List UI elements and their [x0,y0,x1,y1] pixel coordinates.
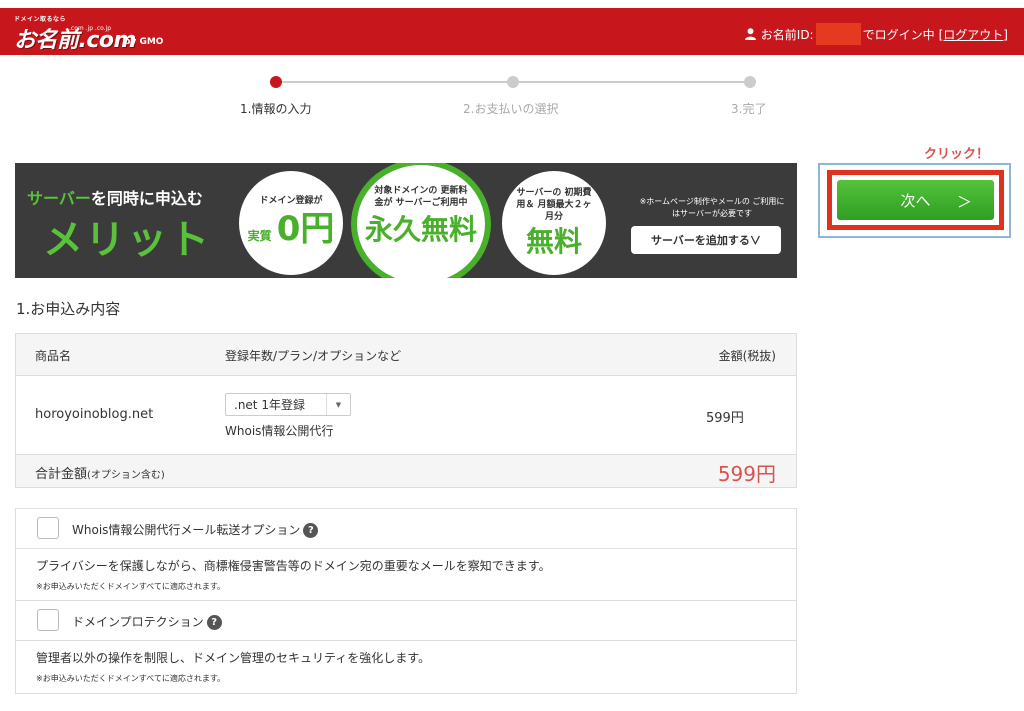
user-status: お名前ID: でログイン中 [ログアウト] [744,23,1008,45]
col-product-name: 商品名 [35,349,72,363]
order-table: 商品名 登録年数/プラン/オプションなど 金額(税抜) horoyoinoblo… [15,333,797,488]
promo-circle-renewal: 対象ドメインの 更新料金が サーバーご利用中 永久無料 [351,163,491,278]
logo-by-gmo: by GMO [124,37,164,47]
option-note: ※お申込みいただくドメインすべてに適応されます。 [36,582,226,591]
total-label: 合計金額(オプション含む) [35,467,165,482]
section-title: 1.お申込み内容 [16,300,121,318]
domain-name: horoyoinoblog.net [35,407,154,422]
banner-note: ※ホームページ制作やメールの ご利用にはサーバーが必要です [639,197,785,218]
option-title: Whois情報公開代行メール転送オプション? [72,521,319,538]
whois-mail-checkbox[interactable] [37,517,59,539]
redacted-user-id [815,23,861,45]
logout-link[interactable]: [ログアウト] [939,26,1008,43]
chevron-down-icon: ▼ [326,394,350,415]
option-title: ドメインプロテクション? [72,613,222,630]
order-table-header: 商品名 登録年数/プラン/オプションなど 金額(税抜) [16,334,796,376]
chevron-right-icon: ＞ [956,194,972,211]
table-row: horoyoinoblog.net .net 1年登録 ▼ Whois情報公開代… [16,376,796,455]
server-promo-banner[interactable]: サーバーを同時に申込む メリット ドメイン登録が 実質 0円 対象ドメインの 更… [15,163,797,278]
option-description: プライバシーを保護しながら、商標権侵害警告等のドメイン宛の重要なメールを察知でき… [36,559,551,573]
row-price: 599円 [706,411,744,426]
plan-select-value: .net 1年登録 [234,398,305,412]
site-header: ドメイン取るなら お名前.com .com .jp .co.jp by GMO … [0,8,1024,55]
banner-headline: サーバーを同時に申込む [27,189,203,208]
plan-select[interactable]: .net 1年登録 ▼ [225,393,351,416]
option-domain-protection-header: ドメインプロテクション? [16,601,796,641]
step-label-complete: 3.完了 [731,102,767,116]
step-dot-3 [744,76,756,88]
logo-tlds: .com .jp .co.jp [69,25,112,32]
step-label-payment: 2.お支払いの選択 [463,102,559,116]
col-plan: 登録年数/プラン/オプションなど [225,349,402,363]
user-id-label: お名前ID: [760,27,814,42]
step-dot-2 [507,76,519,88]
help-icon[interactable]: ? [303,523,319,538]
next-button[interactable]: 次へ ＞ [837,180,994,220]
col-price: 金額(税抜) [718,349,776,363]
next-button-label: 次へ [900,192,931,210]
help-icon[interactable]: ? [206,615,222,630]
total-price: 599円 [717,462,776,486]
options-box: Whois情報公開代行メール転送オプション? プライバシーを保護しながら、商標権… [15,508,797,694]
promo-circle-domain: ドメイン登録が 実質 0円 [239,171,343,275]
step-label-input: 1.情報の入力 [240,102,312,116]
add-server-button[interactable]: サーバーを追加する∨ [631,226,781,254]
option-whois-mail-header: Whois情報公開代行メール転送オプション? [16,509,796,549]
user-icon [744,28,756,40]
login-status: でログイン中 [862,27,935,42]
step-dot-1 [270,76,282,88]
option-note: ※お申込みいただくドメインすべてに適応されます。 [36,674,226,683]
banner-merit: メリット [43,217,211,263]
option-description: 管理者以外の操作を制限し、ドメイン管理のセキュリティを強化します。 [36,651,431,665]
order-total-row: 合計金額(オプション含む) 599円 [16,455,796,487]
promo-circle-server: サーバーの 初期費用＆ 月額最大２ヶ月分 無料 [502,171,606,275]
click-annotation: クリック！ [924,147,990,162]
domain-protection-checkbox[interactable] [37,609,59,631]
whois-option-label: Whois情報公開代行 [225,424,334,438]
